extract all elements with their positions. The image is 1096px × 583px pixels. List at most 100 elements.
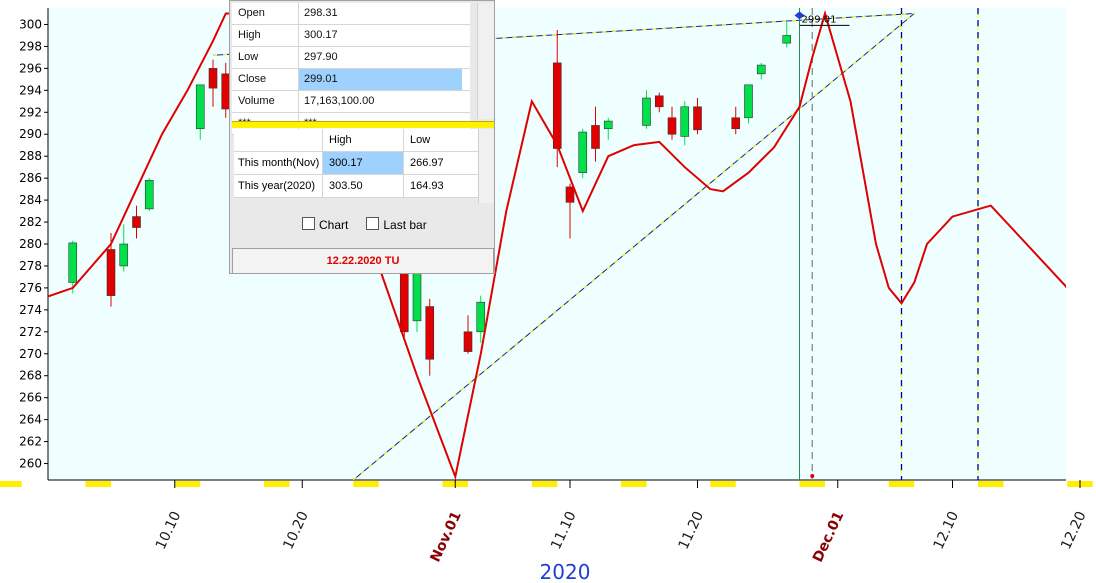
y-tick-label: 290 <box>19 127 42 141</box>
candle-body <box>680 106 690 137</box>
x-tick-label: 11.20 <box>676 509 707 552</box>
x-tick-label: 12.20 <box>1058 509 1089 552</box>
chart-checkbox[interactable]: Chart <box>302 217 348 232</box>
candle-body <box>119 243 129 267</box>
ohlcv-row[interactable]: High 300.17 <box>232 25 470 47</box>
ohlcv-key: Close <box>232 69 299 90</box>
y-tick-label: 296 <box>19 61 42 75</box>
range-table: High Low This month(Nov) 300.17 266.97 This y… <box>234 129 478 198</box>
y-tick-label: 270 <box>19 347 42 361</box>
chart-checkbox-label: Chart <box>319 218 349 232</box>
candle-body <box>552 62 562 149</box>
data-window-panel[interactable]: Open 298.31 High 300.17 Low 297.90 Close 299.01… <box>229 0 495 274</box>
last-bar-checkbox[interactable]: Last bar <box>366 217 427 232</box>
x-tick-label: Nov.01 <box>428 509 465 565</box>
y-tick-label: 294 <box>19 83 42 97</box>
candle-body <box>412 271 422 322</box>
axis-weekend-marker <box>531 481 558 487</box>
ohlcv-row[interactable]: Open 298.31 <box>232 3 470 25</box>
y-tick-label: 262 <box>19 435 42 449</box>
x-tick-label: 12.10 <box>931 509 962 552</box>
ohlcv-row[interactable]: Volume 17,163,100.00 <box>232 91 470 113</box>
y-tick-label: 260 <box>19 457 42 471</box>
year-label: 2020 <box>540 560 591 583</box>
candle-body <box>565 186 575 203</box>
candle-body <box>132 216 141 228</box>
candle-body <box>654 95 664 108</box>
range-header-row: High Low <box>234 129 478 152</box>
candle-body <box>68 242 78 283</box>
y-tick-label: 288 <box>19 149 42 163</box>
y-tick-label: 286 <box>19 171 42 185</box>
current-bar-dot <box>810 474 815 478</box>
ohlcv-table: Open 298.31 High 300.17 Low 297.90 Close 299.01… <box>232 3 470 135</box>
y-tick-label: 264 <box>19 413 42 427</box>
candle-body <box>208 68 218 89</box>
range-label: This month(Nov) <box>234 152 323 174</box>
ohlcv-key: Low <box>232 47 299 68</box>
axis-weekend-marker <box>85 481 111 487</box>
ohlcv-value: 299.01 <box>299 69 462 90</box>
range-low: 164.93 <box>410 180 444 192</box>
y-tick-label: 276 <box>19 281 42 295</box>
y-tick-label: 280 <box>19 237 42 251</box>
candle-body <box>667 117 677 135</box>
candle-body <box>731 117 741 130</box>
y-tick-label: 274 <box>19 303 42 317</box>
ohlcv-row[interactable]: Low 297.90 <box>232 47 470 69</box>
ohlcv-value: 297.90 <box>304 51 338 63</box>
candle-body <box>756 64 766 75</box>
candle-body <box>744 84 753 119</box>
candle-body <box>782 35 792 44</box>
range-header-cell: High <box>323 129 404 151</box>
value-label: 299.01 <box>802 14 837 25</box>
axis-weekend-marker <box>888 481 915 487</box>
ohlcv-value: 298.31 <box>304 7 338 19</box>
axis-weekend-marker <box>264 481 290 487</box>
range-row[interactable]: This year(2020) 303.50 164.93 <box>234 175 478 198</box>
y-tick-label: 282 <box>19 215 42 229</box>
date-display: 12.22.2020 TU <box>232 248 494 274</box>
range-high: 303.50 <box>323 175 404 197</box>
candle-body <box>642 97 651 126</box>
splitter-bar[interactable] <box>232 121 494 128</box>
range-row[interactable]: This month(Nov) 300.17 266.97 <box>234 152 478 175</box>
range-high: 300.17 <box>323 152 404 174</box>
last-bar-checkbox-label: Last bar <box>383 218 427 232</box>
axis-weekend-marker <box>353 481 379 487</box>
y-tick-label: 268 <box>19 369 42 383</box>
x-tick-label: Dec.01 <box>810 509 847 565</box>
candle-body <box>693 106 702 131</box>
axis-weekend-marker <box>799 481 825 487</box>
candle-body <box>195 84 205 130</box>
y-tick-label: 300 <box>19 17 42 31</box>
y-tick-label: 272 <box>19 325 42 339</box>
candle-body <box>591 125 600 149</box>
range-header-cell: Low <box>410 134 431 146</box>
candle-body <box>144 180 154 210</box>
y-tick-label: 284 <box>19 193 42 207</box>
axis-weekend-marker <box>0 481 22 487</box>
y-tick-label: 298 <box>19 39 42 53</box>
ohlcv-value: 300.17 <box>304 29 338 41</box>
y-tick-label: 278 <box>19 259 42 273</box>
ohlcv-key: High <box>232 25 299 46</box>
stock-chart[interactable]: 260 262 264 266 268 270 272 274 276 278 280 282 284 2… <box>0 0 1096 583</box>
range-label: This year(2020) <box>234 175 323 197</box>
axis-weekend-marker <box>978 481 1004 487</box>
axis-weekend-marker <box>174 481 201 487</box>
axis-weekend-marker <box>710 481 736 487</box>
x-tick-label: 11.10 <box>548 509 579 552</box>
candle-body <box>425 306 435 360</box>
range-header-cell <box>234 129 323 151</box>
x-tick-label: 10.20 <box>280 509 311 552</box>
ohlcv-scrollbar[interactable] <box>477 3 494 119</box>
ohlcv-key: Volume <box>232 91 299 112</box>
range-scrollbar[interactable] <box>478 129 494 203</box>
candle-body <box>476 301 486 333</box>
axis-weekend-marker <box>621 481 647 487</box>
ohlcv-value: 17,163,100.00 <box>304 95 375 107</box>
ohlcv-row[interactable]: Close 299.01 <box>232 69 470 91</box>
y-tick-label: 292 <box>19 105 42 119</box>
y-tick-label: 266 <box>19 391 42 405</box>
